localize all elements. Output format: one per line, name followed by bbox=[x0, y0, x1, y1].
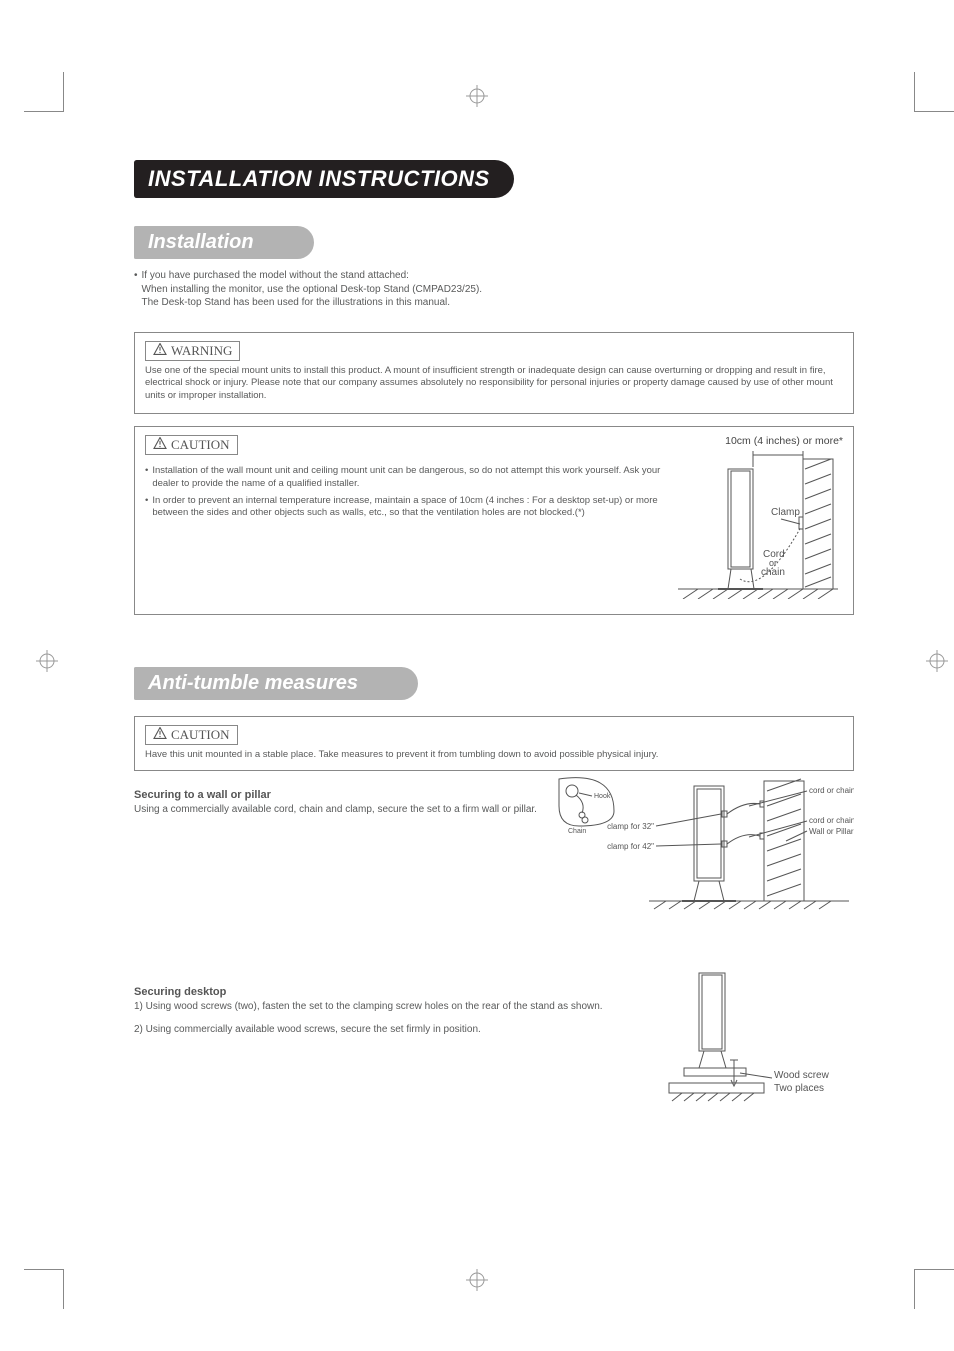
bullet-dot: • bbox=[145, 465, 148, 491]
securing-wall-text: Using a commercially available cord, cha… bbox=[134, 803, 544, 817]
crop-mark-br bbox=[914, 1269, 954, 1309]
warning-icon bbox=[153, 343, 167, 359]
svg-text:Two places: Two places bbox=[774, 1083, 824, 1094]
svg-text:chain: chain bbox=[761, 567, 785, 578]
svg-text:Wood screw: Wood screw bbox=[774, 1070, 830, 1081]
page-content: INSTALLATION INSTRUCTIONS Installation •… bbox=[134, 160, 854, 1113]
securing-desktop-step2: 2) Using commercially available wood scr… bbox=[134, 1023, 654, 1037]
caution-box-2: CAUTION Have this unit mounted in a stab… bbox=[134, 716, 854, 771]
securing-wall-figure: Hook Chain clamp for 32" clamp for 42" c… bbox=[554, 771, 854, 911]
svg-text:Clamp: Clamp bbox=[771, 507, 800, 518]
intro-line-1: If you have purchased the model without … bbox=[142, 270, 409, 281]
caution-label-text-1: CAUTION bbox=[171, 437, 230, 453]
intro-line: If you have purchased the model without … bbox=[142, 269, 854, 310]
caution1-item2: In order to prevent an internal temperat… bbox=[152, 495, 663, 521]
svg-text:clamp for 42": clamp for 42" bbox=[607, 842, 654, 851]
caution-label-2: CAUTION bbox=[145, 725, 238, 745]
warning-label-text: WARNING bbox=[171, 343, 232, 359]
bullet-dot: • bbox=[134, 269, 138, 310]
intro-line-3: The Desk-top Stand has been used for the… bbox=[142, 297, 451, 308]
main-heading: INSTALLATION INSTRUCTIONS bbox=[134, 160, 514, 198]
registration-mark-right bbox=[926, 650, 948, 672]
caution1-item1: Installation of the wall mount unit and … bbox=[152, 465, 663, 491]
warning-icon bbox=[153, 727, 167, 743]
securing-desktop-heading: Securing desktop bbox=[134, 986, 654, 998]
svg-text:Wall or Pillar: Wall or Pillar bbox=[809, 827, 854, 836]
bullet-dot: • bbox=[145, 495, 148, 521]
installation-intro: • If you have purchased the model withou… bbox=[134, 269, 854, 310]
caution2-text: Have this unit mounted in a stable place… bbox=[145, 749, 843, 762]
anti-tumble-heading: Anti-tumble measures bbox=[134, 667, 418, 700]
crop-mark-tl bbox=[24, 72, 64, 112]
svg-text:Hook: Hook bbox=[594, 793, 611, 800]
securing-desktop-figure: Wood screw Two places bbox=[664, 968, 854, 1108]
registration-mark-top bbox=[466, 85, 488, 107]
caution-label-text-2: CAUTION bbox=[171, 727, 230, 743]
svg-text:clamp for 32": clamp for 32" bbox=[607, 822, 654, 831]
caution-label-1: CAUTION bbox=[145, 435, 238, 455]
registration-mark-bottom bbox=[466, 1269, 488, 1291]
clearance-label: 10cm (4 inches) or more* bbox=[673, 435, 843, 447]
warning-text: Use one of the special mount units to in… bbox=[145, 365, 843, 403]
clearance-figure: Clamp Cord or chain bbox=[673, 449, 843, 599]
warning-label: WARNING bbox=[145, 341, 240, 361]
svg-text:cord or chain for 42": cord or chain for 42" bbox=[809, 816, 854, 825]
crop-mark-bl bbox=[24, 1269, 64, 1309]
securing-wall-heading: Securing to a wall or pillar bbox=[134, 789, 544, 801]
svg-text:Chain: Chain bbox=[568, 828, 586, 835]
svg-text:cord or chain for 32": cord or chain for 32" bbox=[809, 786, 854, 795]
caution-box-1: CAUTION • Installation of the wall mount… bbox=[134, 426, 854, 615]
warning-icon bbox=[153, 437, 167, 453]
crop-mark-tr bbox=[914, 72, 954, 112]
intro-line-2: When installing the monitor, use the opt… bbox=[142, 284, 483, 295]
installation-heading: Installation bbox=[134, 226, 314, 259]
registration-mark-left bbox=[36, 650, 58, 672]
warning-box: WARNING Use one of the special mount uni… bbox=[134, 332, 854, 414]
securing-desktop-step1: 1) Using wood screws (two), fasten the s… bbox=[134, 1000, 654, 1014]
